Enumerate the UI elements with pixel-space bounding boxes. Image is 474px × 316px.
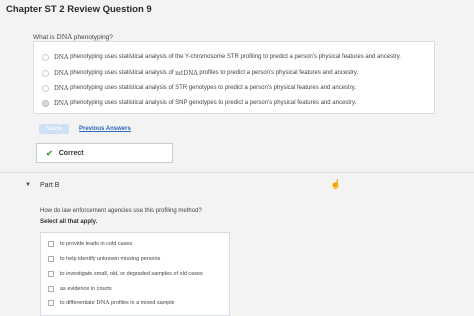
part-a-question: What is DNA phenotyping? xyxy=(33,33,113,41)
checkbox[interactable] xyxy=(48,241,54,247)
radio-button[interactable] xyxy=(42,53,49,61)
checkbox-option-3[interactable]: to investigate small, old, or degraded s… xyxy=(48,268,203,280)
checkbox-option-1[interactable]: to provide leads in cold cases xyxy=(48,238,132,250)
checkbox[interactable] xyxy=(48,271,54,277)
radio-button[interactable] xyxy=(42,84,49,92)
section-divider xyxy=(0,172,474,173)
part-b-question: How do law enforcement agencies use this… xyxy=(40,208,202,214)
checkbox-option-4[interactable]: as evidence in courts xyxy=(48,283,112,295)
hand-cursor-icon: ☝ xyxy=(330,179,342,189)
previous-answers-link[interactable]: Previous Answers xyxy=(79,124,131,134)
checkbox[interactable] xyxy=(48,300,54,306)
answer-option-2[interactable]: DNA phenotyping uses statistical analysi… xyxy=(42,67,358,79)
answer-option-4[interactable]: DNA phenotyping uses statistical analysi… xyxy=(42,97,356,109)
checkbox[interactable] xyxy=(48,286,54,292)
check-icon: ✔ xyxy=(46,148,53,158)
checkbox-option-5[interactable]: to differentiate DNA profiles in a mixed… xyxy=(48,297,175,309)
submit-button[interactable]: Submit xyxy=(39,124,69,134)
result-correct-box: ✔ Correct xyxy=(36,143,173,163)
checkbox-option-2[interactable]: to help identify unknown missing persons xyxy=(48,253,160,265)
radio-button[interactable] xyxy=(42,69,49,77)
answer-option-1[interactable]: DNA phenotyping uses statistical analysi… xyxy=(42,51,401,63)
answer-option-3[interactable]: DNA phenotyping uses statistical analysi… xyxy=(42,82,356,94)
part-b-instruction: Select all that apply. xyxy=(40,219,98,225)
page-title: Chapter ST 2 Review Question 9 xyxy=(6,4,152,15)
part-b-label[interactable]: Part B xyxy=(40,182,59,189)
result-label: Correct xyxy=(58,149,84,157)
checkbox[interactable] xyxy=(48,256,54,262)
radio-button-selected[interactable] xyxy=(42,99,49,107)
part-b-options: to provide leads in cold cases to help i… xyxy=(40,232,230,316)
collapse-toggle-icon[interactable]: ▼ xyxy=(25,182,31,188)
part-a-answer-options: DNA phenotyping uses statistical analysi… xyxy=(33,41,435,114)
